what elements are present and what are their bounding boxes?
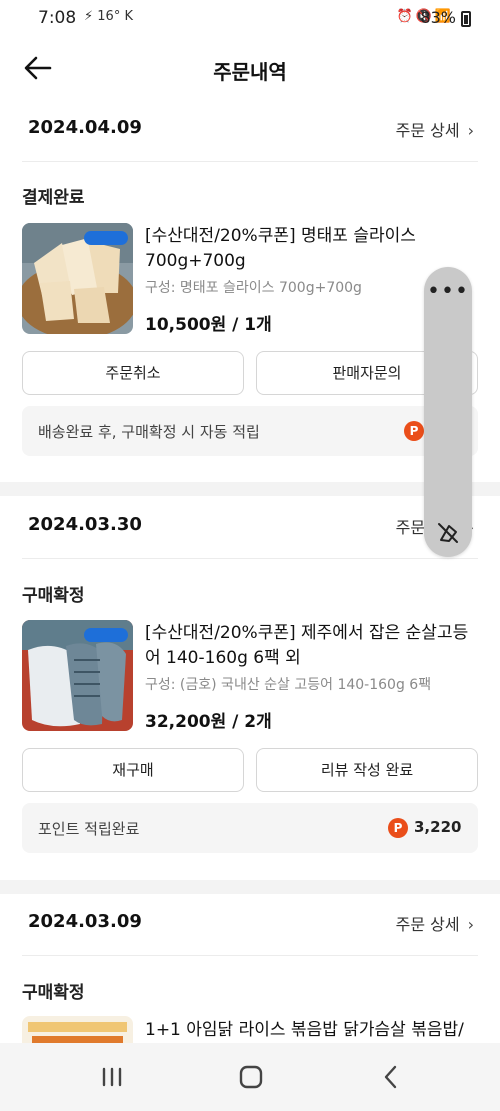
battery-percent: 83%	[420, 8, 456, 27]
product-thumbnail[interactable]	[22, 620, 133, 731]
cancel-order-button[interactable]: 주문취소	[22, 351, 244, 395]
order-header: 2024.03.30 주문 상세›	[22, 497, 478, 559]
notification-icon: ⚡	[84, 9, 94, 24]
product-thumbnail[interactable]	[22, 1016, 133, 1044]
order-status: 구매확정	[22, 983, 85, 1003]
order-detail-link[interactable]: 주문 상세 ›	[396, 911, 474, 935]
order-status: 구매확정	[22, 586, 85, 606]
point-info-text: 배송완료 후, 구매확정 시 자동 적립	[38, 423, 260, 441]
status-time: 7:08	[38, 8, 77, 28]
eraser-off-icon[interactable]	[435, 520, 461, 546]
point-info-text: 포인트 적립완료	[38, 820, 140, 838]
home-circle-icon[interactable]	[234, 1061, 268, 1093]
point-value: 3,220	[414, 818, 462, 836]
chevron-right-icon: ›	[467, 915, 474, 934]
order-status: 결제완료	[22, 188, 85, 208]
nav-back-icon[interactable]	[374, 1061, 408, 1093]
recent-apps-icon[interactable]	[95, 1061, 129, 1093]
product-name[interactable]: [수산대전/20%쿠폰] 제주에서 잡은 순살고등어 140-160g 6팩 외	[145, 621, 480, 671]
app-k-icon: K	[124, 9, 133, 24]
order-header: 2024.03.09 주문 상세 ›	[22, 894, 478, 956]
rebuy-button[interactable]: 재구매	[22, 748, 244, 792]
product-image	[22, 223, 133, 334]
product-option: 구성: (금호) 국내산 순살 고등어 140-160g 6팩	[145, 677, 432, 693]
order-date: 2024.04.09	[28, 117, 142, 138]
more-horizontal-icon[interactable]: •••	[424, 279, 472, 304]
status-bar: 7:08 ⚡ 16° K ⏰🔇📶 83%	[0, 0, 500, 36]
app-bar: 주문내역	[0, 36, 500, 100]
status-left-icons: ⚡ 16° K	[84, 9, 133, 24]
order-date: 2024.03.09	[28, 911, 142, 932]
chevron-right-icon: ›	[467, 121, 474, 140]
order-header: 2024.04.09 주문 상세 ›	[22, 100, 478, 162]
order-date: 2024.03.30	[28, 514, 142, 535]
point-info-box: 배송완료 후, 구매확정 시 자동 적립 P	[22, 406, 478, 456]
section-divider	[0, 880, 500, 894]
point-badge-icon: P	[388, 818, 408, 838]
system-nav-bar	[0, 1043, 500, 1111]
alarm-icon: ⏰	[396, 9, 416, 24]
review-done-button[interactable]: 리뷰 작성 완료	[256, 748, 478, 792]
status-temp: 16°	[97, 9, 121, 24]
order-card: 2024.03.30 주문 상세› 구매확정 [수산대전/20%쿠폰] 제주에서…	[0, 497, 500, 877]
product-image	[22, 1016, 133, 1044]
floating-panel[interactable]: •••	[424, 267, 472, 557]
order-detail-label: 주문 상세	[395, 915, 460, 934]
order-detail-label: 주문 상세	[395, 121, 460, 140]
product-name[interactable]: [수산대전/20%쿠폰] 명태포 슬라이스 700g+700g	[145, 224, 480, 274]
order-detail-link[interactable]: 주문 상세 ›	[396, 117, 474, 141]
battery-icon	[461, 11, 471, 27]
point-info-box: 포인트 적립완료 P 3,220	[22, 803, 478, 853]
order-card: 2024.03.09 주문 상세 › 구매확정 1+1 아임닭 라이스 볶음밥 닭…	[0, 894, 500, 1044]
point-badge-icon: P	[404, 421, 424, 441]
product-image	[22, 620, 133, 731]
page-title: 주문내역	[213, 60, 287, 84]
product-price: 32,200원 / 2개	[145, 712, 272, 732]
product-price: 10,500원 / 1개	[145, 315, 272, 335]
product-name[interactable]: 1+1 아임닭 라이스 볶음밥 닭가슴살 볶음밥/	[145, 1018, 480, 1043]
product-thumbnail[interactable]	[22, 223, 133, 334]
